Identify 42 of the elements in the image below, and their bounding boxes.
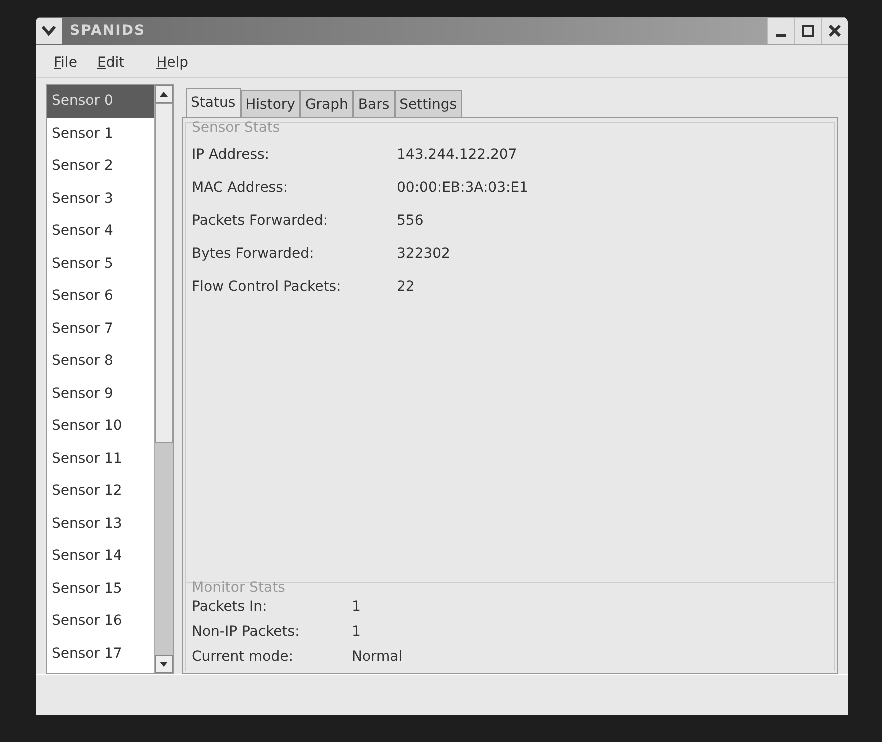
stat-value: 143.244.122.207 (397, 147, 518, 163)
stat-label: Non-IP Packets: (192, 624, 301, 640)
stat-label: Bytes Forwarded: (192, 246, 316, 262)
sensor-list-item[interactable]: Sensor 0 (47, 85, 154, 118)
group-title: Sensor Stats (192, 120, 282, 136)
stat-value: 00:00:EB:3A:03:E1 (397, 180, 530, 196)
window-title: SPANIDS (70, 23, 147, 39)
menu-item[interactable]: Edit (87, 53, 135, 73)
stat-label: Packets In: (192, 599, 268, 615)
arrow-up-icon (160, 92, 168, 96)
stat-value: 322302 (397, 246, 452, 262)
stat-value: 22 (397, 279, 416, 295)
window-menu-button[interactable] (36, 18, 62, 44)
tab[interactable]: Settings (394, 90, 462, 117)
tab[interactable]: History (240, 90, 300, 117)
stat-value: Normal (352, 649, 404, 665)
tab[interactable]: Status (186, 88, 241, 117)
close-button[interactable] (821, 18, 848, 44)
minimize-button[interactable] (767, 18, 794, 44)
stat-value: 1 (352, 599, 362, 615)
scroll-thumb[interactable] (155, 103, 173, 443)
scroll-down-button[interactable] (155, 655, 173, 673)
close-icon (829, 25, 841, 37)
stat-value: 556 (397, 213, 425, 229)
stat-label: MAC Address: (192, 180, 290, 196)
stat-label: Flow Control Packets: (192, 279, 342, 295)
maximize-icon (802, 25, 814, 37)
maximize-button[interactable] (794, 18, 821, 44)
menu-item[interactable]: Help (146, 53, 198, 73)
tab[interactable]: Bars (353, 90, 395, 117)
stat-value: 1 (352, 624, 362, 640)
scroll-up-button[interactable] (155, 85, 173, 103)
stat-label: IP Address: (192, 147, 270, 163)
tab[interactable]: Graph (300, 90, 354, 117)
arrow-down-icon (160, 662, 168, 666)
group-title: Monitor Stats (192, 580, 286, 596)
scrollbar[interactable] (154, 85, 173, 673)
menu-item[interactable]: File (44, 53, 88, 73)
stat-label: Current mode: (192, 649, 294, 665)
stat-label: Packets Forwarded: (192, 213, 330, 229)
chevron-down-icon (42, 26, 56, 36)
minimize-icon (776, 34, 786, 36)
